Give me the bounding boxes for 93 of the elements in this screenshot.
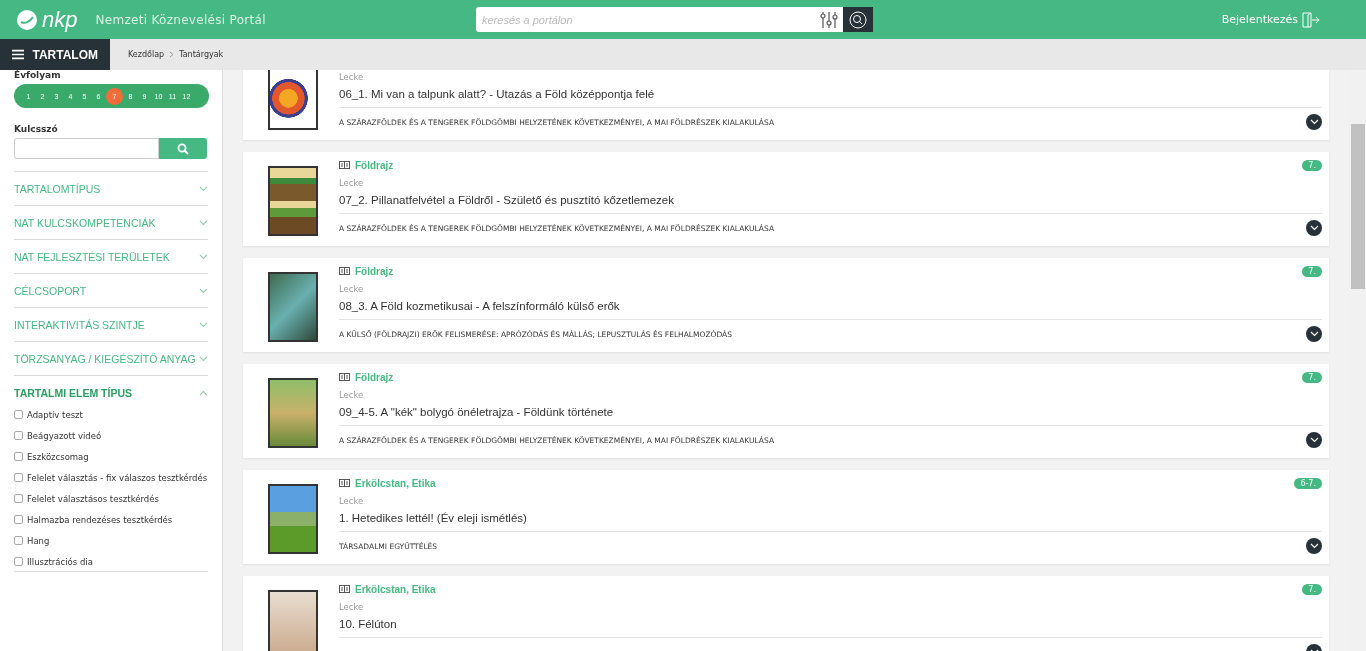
- filter-header[interactable]: CÉLCSOPORT: [14, 274, 208, 307]
- search-field[interactable]: keresés a portálon: [476, 7, 815, 32]
- chevron-up-icon: [199, 389, 208, 396]
- checkbox-option[interactable]: Felelet választás - fix válaszos tesztkérdés: [14, 472, 208, 484]
- content-type: Lecke: [339, 284, 365, 296]
- portal-name: Nemzeti Köznevelési Portál: [95, 12, 266, 27]
- lesson-title[interactable]: 09_4-5. A "kék" bolygó önéletrajza - Földünk története: [339, 402, 1322, 426]
- grade-badge: 7.: [1302, 371, 1322, 383]
- thumbnail-image: [268, 590, 318, 651]
- checkbox-option[interactable]: Felelet választásos tesztkérdés: [14, 493, 208, 505]
- search-icon: [177, 142, 189, 155]
- chevron-down-icon: [199, 185, 208, 192]
- thumbnail-image: [268, 272, 318, 342]
- logo-icon: [16, 8, 38, 31]
- chevron-right-icon: [169, 51, 175, 58]
- thumbnail-image: [268, 484, 318, 554]
- chevron-down-icon: [1309, 331, 1319, 337]
- keyword-field[interactable]: [14, 138, 159, 159]
- menu-button[interactable]: TARTALOM: [0, 39, 110, 70]
- content-type: Lecke: [339, 496, 365, 508]
- checkbox[interactable]: [14, 452, 23, 461]
- book-icon: [339, 373, 350, 381]
- expand-button[interactable]: [1306, 326, 1322, 342]
- chevron-down-icon: [199, 253, 208, 260]
- book-icon: [339, 479, 350, 487]
- chevron-down-icon: [1309, 225, 1319, 231]
- subject-link[interactable]: Erkölcstan, Etika: [339, 583, 436, 595]
- checkbox[interactable]: [14, 557, 23, 566]
- filter-header[interactable]: INTERAKTIVITÁS SZINTJE: [14, 308, 208, 341]
- lesson-title[interactable]: 07_2. Pillanatfelvétel a Földről - Születő és pusztító kőzetlemezek: [339, 190, 1322, 214]
- grade-badge: 7.: [1302, 583, 1322, 595]
- checkbox[interactable]: [14, 515, 23, 524]
- checkbox-option[interactable]: Beágyazott videó: [14, 430, 208, 442]
- sliders-icon: [819, 10, 839, 29]
- checkbox[interactable]: [14, 536, 23, 545]
- grade-badge: 6-7.: [1294, 477, 1322, 489]
- keyword-label: Kulcsszó: [14, 124, 59, 134]
- subject-link[interactable]: Erkölcstan, Etika: [339, 477, 436, 489]
- search-icon: [849, 10, 867, 29]
- chevron-down-icon: [199, 321, 208, 328]
- lesson-title[interactable]: 08_3. A Föld kozmetikusai - A felszínformáló külső erők: [339, 296, 1322, 320]
- breadcrumb-link[interactable]: Kezdőlap: [128, 50, 165, 59]
- thumbnail-image: [268, 166, 318, 236]
- filter-header[interactable]: TARTALOMTÍPUS: [14, 172, 208, 205]
- checkbox-option[interactable]: Halmazba rendezéses tesztkérdés: [14, 514, 208, 526]
- thumbnail-image: [268, 70, 318, 130]
- content-type: Lecke: [339, 178, 365, 190]
- checkbox-option[interactable]: Adaptív teszt: [14, 409, 208, 421]
- grade-badge: 7.: [1302, 265, 1322, 277]
- checkbox-option[interactable]: Eszközcsomag: [14, 451, 208, 463]
- chevron-down-icon: [199, 287, 208, 294]
- chevron-down-icon: [1309, 119, 1319, 125]
- content-type: Lecke: [339, 72, 365, 84]
- door-arrow-icon: [1302, 11, 1320, 28]
- lesson-title[interactable]: 1. Hetedikes lettél! (Év eleji ismétlés): [339, 508, 1322, 532]
- content-type: Lecke: [339, 602, 365, 614]
- expand-button[interactable]: [1306, 220, 1322, 236]
- grade-badge: 7.: [1302, 159, 1322, 171]
- checkbox[interactable]: [14, 473, 23, 482]
- chevron-down-icon: [1309, 543, 1319, 549]
- thumbnail-image: [268, 378, 318, 448]
- chevron-down-icon: [199, 355, 208, 362]
- checkbox-option[interactable]: Hang: [14, 535, 208, 547]
- content-type: Lecke: [339, 390, 365, 402]
- grade-label: Évfolyam: [14, 70, 62, 80]
- expand-button[interactable]: [1306, 432, 1322, 448]
- book-icon: [339, 267, 350, 275]
- checkbox[interactable]: [14, 431, 23, 440]
- filter-header[interactable]: TARTALMI ELEM TÍPUS: [14, 376, 208, 409]
- chevron-down-icon: [199, 219, 208, 226]
- expand-button[interactable]: [1306, 114, 1322, 130]
- subject-link[interactable]: Földrajz: [339, 265, 394, 277]
- book-icon: [339, 585, 350, 593]
- subject-link[interactable]: Földrajz: [339, 371, 394, 383]
- logo-text[interactable]: nkp: [42, 6, 78, 33]
- filter-header[interactable]: TÖRZSANYAG / KIEGÉSZÍTŐ ANYAG: [14, 342, 208, 375]
- lesson-title[interactable]: 06_1. Mi van a talpunk alatt? - Utazás a Föld középpontja felé: [339, 84, 1322, 108]
- filter-header[interactable]: NAT KULCSKOMPETENCIÁK: [14, 206, 208, 239]
- lesson-title[interactable]: 10. Félúton: [339, 614, 1322, 638]
- menu-icon: [12, 48, 25, 61]
- chevron-down-icon: [1309, 437, 1319, 443]
- book-icon: [339, 161, 350, 169]
- breadcrumb-link[interactable]: Tantárgyak: [179, 50, 224, 59]
- checkbox[interactable]: [14, 410, 23, 419]
- filter-header[interactable]: NAT FEJLESZTÉSI TERÜLETEK: [14, 240, 208, 273]
- result-card[interactable]: Erkölcstan, Etika 7. Lecke 10. Félúton: [243, 576, 1329, 651]
- expand-button[interactable]: [1306, 538, 1322, 554]
- login-link[interactable]: Bejelentkezés: [1221, 11, 1320, 28]
- search-button[interactable]: [843, 7, 873, 32]
- checkbox[interactable]: [14, 494, 23, 503]
- subject-link[interactable]: Földrajz: [339, 159, 394, 171]
- checkbox-option[interactable]: Illusztrációs dia: [14, 556, 208, 568]
- filter-button[interactable]: [815, 7, 843, 32]
